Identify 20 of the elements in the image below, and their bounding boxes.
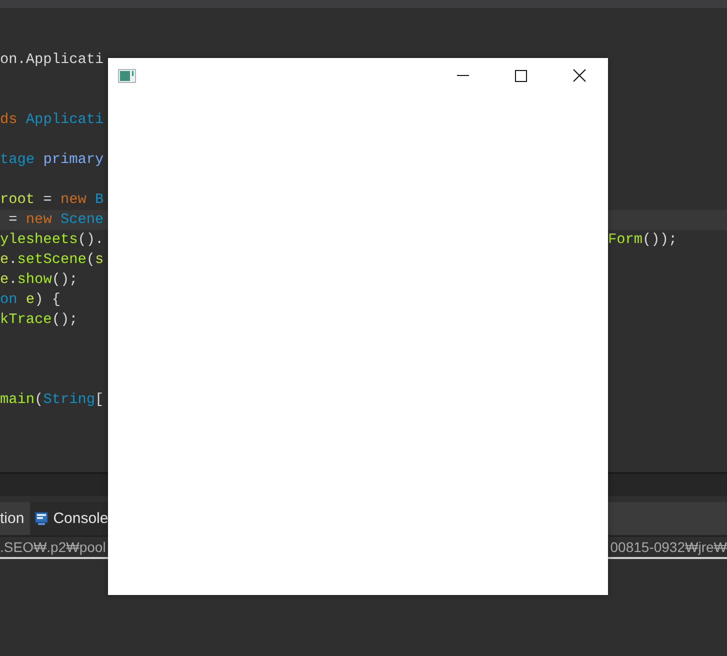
code-line: ds Applicati (0, 111, 104, 130)
code-line: ylesheets(). (0, 231, 104, 250)
code-line: = new Scene (8, 211, 104, 230)
monitor-icon (35, 512, 48, 525)
code-line: on e) { (0, 291, 60, 310)
code-line: main(String[ (0, 391, 104, 410)
code-line: e.show(); (0, 271, 78, 290)
console-text: .SEO₩.p2₩pool (0, 539, 106, 555)
code-line: tage primary (0, 151, 104, 170)
code-line: kTrace(); (0, 311, 78, 330)
app-icon (118, 68, 136, 82)
maximize-icon (515, 70, 527, 82)
console-text: 00815-0932₩jre₩ (610, 539, 727, 555)
panel-tab[interactable]: Console (30, 502, 108, 535)
close-icon (572, 69, 586, 82)
minimize-icon (457, 74, 469, 76)
code-line: Form()); (608, 231, 678, 250)
code-line: e.setScene(s (0, 251, 104, 270)
code-line: on.Applicati (0, 51, 104, 70)
code-line: root = new B (0, 191, 104, 210)
